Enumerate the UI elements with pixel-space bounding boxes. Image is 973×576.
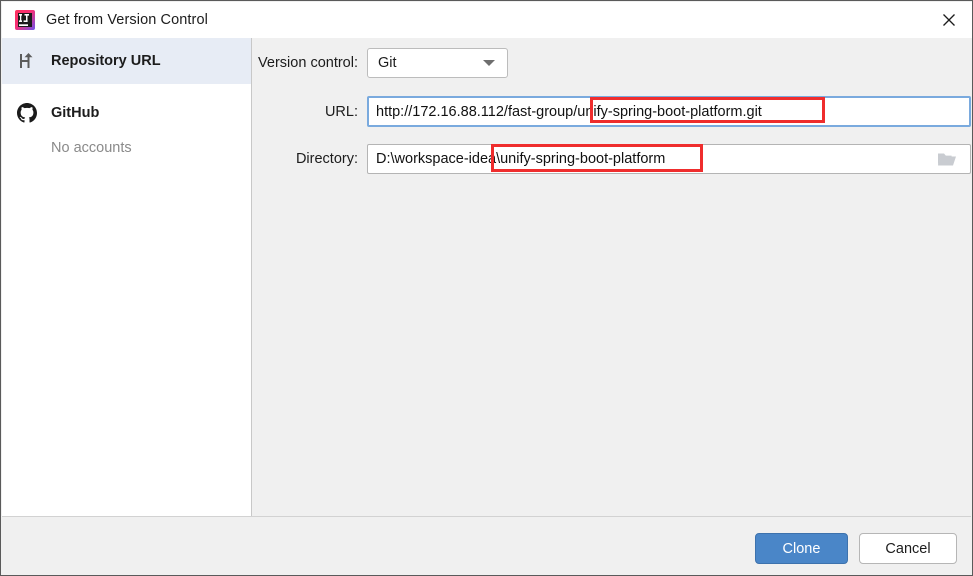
version-control-label: Version control: bbox=[258, 55, 358, 71]
github-icon bbox=[16, 102, 38, 124]
main-content: Version control: Git URL: http://172.16.… bbox=[253, 38, 971, 516]
sidebar: Repository URL GitHub No accounts bbox=[2, 38, 252, 516]
github-accounts-status: No accounts bbox=[51, 140, 132, 156]
directory-value: D:\workspace-idea\unify-spring-boot-plat… bbox=[376, 151, 666, 167]
cancel-button[interactable]: Cancel bbox=[859, 533, 957, 564]
version-control-row: Version control: Git bbox=[253, 48, 971, 78]
clone-button[interactable]: Clone bbox=[755, 533, 848, 564]
directory-label: Directory: bbox=[295, 151, 358, 167]
version-control-value: Git bbox=[378, 55, 397, 71]
branch-icon bbox=[16, 50, 38, 72]
sidebar-item-label: GitHub bbox=[51, 105, 100, 121]
sidebar-item-label: Repository URL bbox=[51, 53, 161, 69]
title-bar: Get from Version Control bbox=[2, 2, 972, 38]
get-from-version-control-dialog: Get from Version Control Repository URL bbox=[0, 0, 973, 576]
sidebar-item-github[interactable]: GitHub bbox=[2, 90, 251, 136]
folder-icon[interactable] bbox=[925, 146, 969, 172]
directory-input[interactable]: D:\workspace-idea\unify-spring-boot-plat… bbox=[367, 144, 971, 174]
url-label: URL: bbox=[324, 103, 358, 120]
sidebar-item-repository-url[interactable]: Repository URL bbox=[2, 38, 251, 84]
url-value: http://172.16.88.112/fast-group/unify-sp… bbox=[376, 103, 762, 120]
dialog-title: Get from Version Control bbox=[46, 12, 208, 28]
intellij-idea-icon bbox=[15, 10, 35, 30]
sidebar-group-github: GitHub No accounts bbox=[2, 84, 251, 156]
dialog-footer: Clone Cancel bbox=[2, 516, 971, 575]
chevron-down-icon bbox=[483, 60, 495, 66]
directory-row: Directory: D:\workspace-idea\unify-sprin… bbox=[253, 144, 971, 174]
url-row: URL: http://172.16.88.112/fast-group/uni… bbox=[253, 96, 971, 127]
url-input[interactable]: http://172.16.88.112/fast-group/unify-sp… bbox=[367, 96, 971, 127]
version-control-select[interactable]: Git bbox=[367, 48, 508, 78]
close-icon[interactable] bbox=[926, 2, 972, 38]
